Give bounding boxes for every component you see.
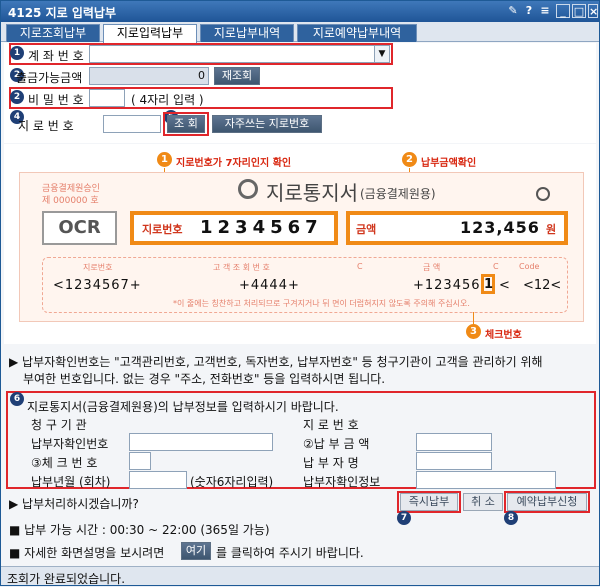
password-hint: ( 4자리 입력 ) [131,93,204,107]
bill-brand-sub: (금융결제원용) [360,187,436,201]
payer-id-info: ▶ 납부자확인번호는 "고객관리번호, 고객번호, 독자번호, 납부자번호" 등… [9,355,543,369]
confirm-question: ▶ 납부처리하시겠습니까? [9,497,139,511]
ocr-col-customer: 고 객 조 회 번 호 [213,263,270,272]
payer-id-input[interactable] [129,433,273,451]
giro-number-label: 지로번호 [142,223,183,236]
pin-icon[interactable]: ✎ [506,4,520,18]
tab-bar: 지로조회납부 지로입력납부 지로납부내역 지로예약납부내역 [1,22,599,43]
pay-now-button[interactable]: 즉시납부 [400,493,458,511]
payer-name-label: 납 부 자 명 [303,456,359,470]
favorite-giro-button[interactable]: 자주쓰는 지로번호 [212,115,322,133]
giro-number-input[interactable] [103,115,161,133]
badge-3: 2 [10,90,24,104]
ocr-mark-c2: C [493,262,499,271]
password-label: 비 밀 번 호 [28,93,84,107]
ocr-mark-c1: C [357,262,363,271]
ocr-code-2: +4444+ [239,278,300,293]
payer-info-input[interactable] [416,471,556,489]
amount-input[interactable] [416,433,492,451]
payer-name-input[interactable] [416,452,492,470]
app-window: 4125 지로 입력납부 ✎ ? ≡ _ □ × 지로조회납부 지로입력납부 지… [0,0,600,586]
giro-no-label: 지 로 번 호 [303,418,359,432]
balance-label: 출금가능금액 [16,71,83,85]
balance-field: 0 [89,67,209,85]
reserve-payment-button[interactable]: 예약납부신청 [507,493,587,511]
payer-id-info-2: 부여한 번호입니다. 없는 경우 "주소, 전화번호" 등을 입력하시면 됩니다… [23,372,386,386]
help-icon[interactable]: ? [522,4,536,18]
menu-icon[interactable]: ≡ [538,4,552,18]
ocr-code-3: +123456 [413,278,481,293]
callout-badge-1: 1 [157,152,172,167]
payment-hours: ■ 납부 가능 시간 : 00:30 ~ 22:00 (365일 가능) [9,523,270,537]
giro-search-button[interactable]: 조 회 [167,115,205,133]
title-bar: 4125 지로 입력납부 ✎ ? ≡ _ □ × [1,1,599,22]
check-digit-box: 1 [481,274,495,294]
payer-info-label: 납부자확인정보 [303,475,381,489]
badge-7: 7 [397,511,411,525]
ocr-col-amount: 금 액 [423,263,441,272]
callout-amount: 납부금액확인 [421,158,477,169]
amount-box: 금액 123,456 원 [346,211,568,245]
ocr-col-giro: 지로번호 [83,263,113,272]
chevron-down-icon[interactable]: ▼ [374,45,390,63]
tab-giro-inquiry[interactable]: 지로조회납부 [6,24,100,42]
register-mark-icon [536,187,550,201]
giro-logo-icon [238,179,258,199]
bill-brand: 지로통지서 [266,181,358,205]
amount-label: ②납 부 금 액 [303,437,370,451]
institution-number: 제 000000 호 [42,196,99,206]
account-select[interactable] [89,45,375,63]
period-hint: (숫자6자리입력) [190,475,274,489]
minimize-icon[interactable]: _ [556,4,570,18]
giro-bill-image: 금융결제원승인 제 000000 호 지로통지서 (금융결제원용) OCR 지로… [19,172,584,322]
period-label: 납부년월 (회차) [31,475,111,489]
won-label: 원 [546,223,557,236]
close-icon[interactable]: × [588,4,598,18]
callout-badge-3: 3 [466,324,481,339]
cancel-button[interactable]: 취 소 [463,493,503,511]
tab-reservation-history[interactable]: 지로예약납부내역 [297,24,417,42]
amount-label-sample: 금액 [356,223,377,236]
callout-line-3 [473,312,474,324]
check-number-input[interactable] [129,452,151,470]
payer-id-label: 납부자확인번호 [31,437,109,451]
tab-giro-input[interactable]: 지로입력납부 [103,24,197,43]
billing-org-label: 청 구 기 관 [31,418,87,432]
callout-badge-2: 2 [402,152,417,167]
ocr-code-area: 지로번호 고 객 조 회 번 호 C 금 액 C Code <1234567+ … [42,257,568,313]
maximize-icon[interactable]: □ [572,4,586,18]
window-title: 4125 지로 입력납부 [8,6,116,20]
help-text-pre: ■ 자세한 화면설명을 보시려면 [9,546,165,560]
badge-6: 6 [10,392,24,406]
refresh-balance-button[interactable]: 재조회 [214,67,260,85]
ocr-code-5: <12< [523,278,562,293]
account-label: 계 좌 번 호 [28,49,84,63]
account-panel: 1 계 좌 번 호 ▼ 2 출금가능금액 0 재조회 2 비 밀 번 호 ( 4… [4,43,596,143]
ocr-code-4: < [499,278,510,293]
help-text-post: 를 클릭하여 주시기 바랍니다. [216,546,364,560]
callout-check-digit: 체크번호 [485,330,522,341]
status-bar: 조회가 완료되었습니다. [1,566,599,586]
callout-giro-digits: 지로번호가 7자리인지 확인 [176,158,292,169]
ocr-mark-code: Code [519,262,540,271]
period-input[interactable] [129,471,187,489]
form-heading: 지로통지서(금융결제원용)의 납부정보를 입력하시기 바랍니다. [27,400,339,414]
badge-1: 1 [10,46,24,60]
tab-giro-history[interactable]: 지로납부내역 [200,24,294,42]
ocr-label: OCR [42,211,117,245]
giro-label: 지 로 번 호 [18,119,74,133]
amount-sample: 123,456 [460,218,540,237]
password-input[interactable] [89,89,125,107]
badge-8: 8 [504,511,518,525]
giro-number-box: 지로번호 1234567 [130,211,338,245]
giro-sample-panel: 1 지로번호가 7자리인지 확인 2 납부금액확인 금융결제원승인 제 0000… [4,144,596,344]
giro-number-sample: 1234567 [200,217,323,238]
ocr-code-1: <1234567+ [53,278,142,293]
help-link-button[interactable]: 여기 [181,542,211,560]
ocr-warning: *이 줄에는 칭찬하고 처리되므로 구겨지거나 뒤 면이 더럽혀지지 않도록 주… [173,299,470,308]
check-number-label: ③체 크 번 호 [31,456,98,470]
